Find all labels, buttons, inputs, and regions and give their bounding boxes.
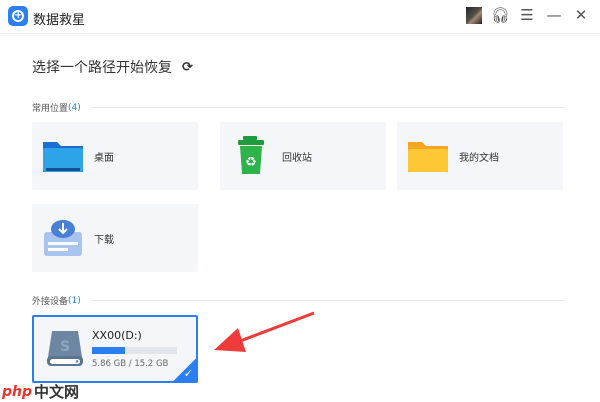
annotation-arrow — [214, 311, 315, 352]
watermark-text: 中文网 — [34, 383, 80, 401]
watermark-php: php — [2, 383, 33, 400]
watermark: php 中文网 — [2, 381, 79, 402]
